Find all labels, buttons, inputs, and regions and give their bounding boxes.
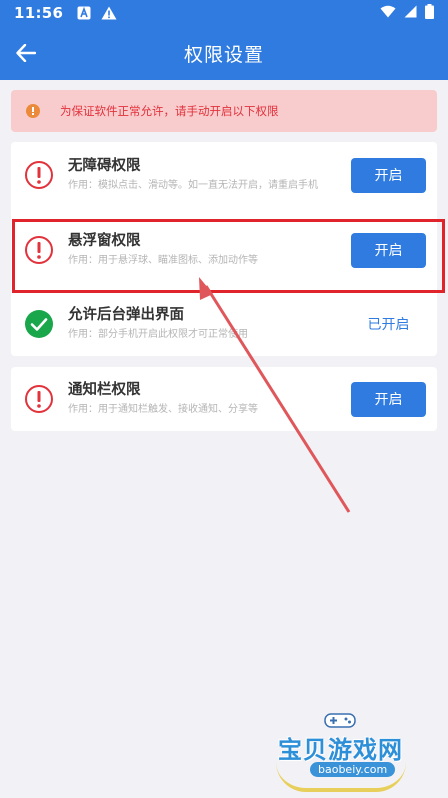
alert-circle-icon [25, 161, 53, 189]
permission-row-notification: 通知栏权限 作用：用于通知栏触发、接收通知、分享等 开启 [11, 367, 437, 431]
permission-name: 无障碍权限 [68, 158, 141, 174]
watermark-title: 宝贝游戏网 [278, 736, 403, 764]
permission-name: 通知栏权限 [68, 382, 141, 398]
permission-row-accessibility: 无障碍权限 作用：模拟点击、滑动等。如一直无法开启，请重启手机 开启 [11, 143, 437, 207]
permission-name: 悬浮窗权限 [68, 233, 141, 249]
page-title: 权限设置 [183, 43, 264, 66]
alert-circle-icon [25, 236, 53, 264]
enable-button[interactable]: 开启 [351, 381, 426, 417]
permission-name: 允许后台弹出界面 [68, 307, 184, 323]
wifi-icon [380, 4, 396, 22]
a-box-icon [77, 6, 91, 20]
status-time: 11:56 [14, 4, 64, 22]
check-circle-icon [25, 310, 53, 338]
notice-text: 为保证软件正常允许，请手动开启以下权限 [60, 104, 279, 118]
watermark-url: baobeiy.com [310, 762, 396, 777]
gamepad-icon [324, 713, 356, 728]
permission-row-floating-window: 悬浮窗权限 作用：用于悬浮球、瞄准图标、添加动作等 开启 [11, 218, 437, 282]
enabled-status: 已开启 [367, 317, 410, 333]
permission-desc: 作用：用于通知栏触发、接收通知、分享等 [68, 404, 258, 415]
permission-desc: 作用：部分手机开启此权限才可正常使用 [68, 329, 248, 340]
info-dot-icon [26, 104, 40, 118]
enable-button[interactable]: 开启 [351, 157, 426, 193]
warning-triangle-icon [101, 6, 117, 20]
alert-circle-icon [25, 385, 53, 413]
status-bar: 11:56 [0, 0, 448, 26]
notice-banner: 为保证软件正常允许，请手动开启以下权限 [11, 90, 437, 132]
arrow-left-icon [16, 44, 36, 62]
watermark-logo: 宝贝游戏网 baobeiy.com [272, 710, 412, 798]
back-button[interactable] [12, 39, 40, 67]
permission-desc: 作用：模拟点击、滑动等。如一直无法开启，请重启手机 [68, 180, 318, 191]
enable-button[interactable]: 开启 [351, 232, 426, 268]
permission-row-background-popup: 允许后台弹出界面 作用：部分手机开启此权限才可正常使用 已开启 [11, 292, 437, 356]
battery-icon [425, 3, 434, 23]
permission-desc: 作用：用于悬浮球、瞄准图标、添加动作等 [68, 255, 258, 266]
signal-icon [404, 4, 417, 22]
app-bar: 权限设置 [0, 26, 448, 80]
